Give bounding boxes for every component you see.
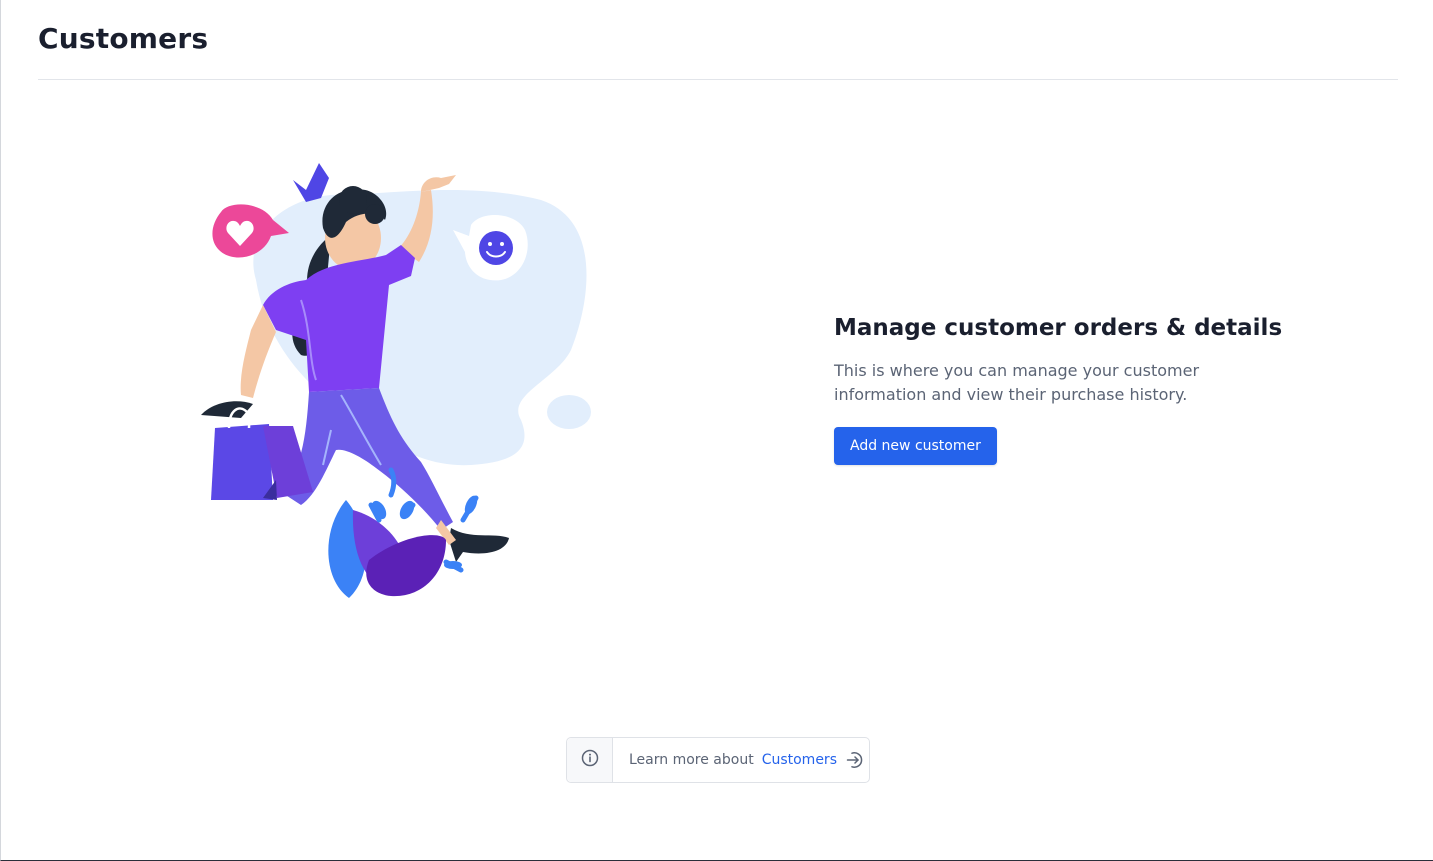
learn-more-customers-link[interactable]: Customers — [762, 752, 837, 768]
add-new-customer-button[interactable]: Add new customer — [834, 427, 997, 465]
info-circle-icon — [581, 749, 599, 771]
empty-state: Manage customer orders & details This is… — [834, 313, 1294, 465]
page-title: Customers — [38, 22, 209, 55]
shopping-woman-illustration — [201, 163, 591, 598]
customers-page: Customers Manage customer orders & detai… — [0, 0, 1433, 861]
arrow-right-circle-icon[interactable] — [845, 750, 865, 770]
empty-state-description: This is where you can manage your custom… — [834, 361, 1200, 404]
learn-more-prefix: Learn more about — [629, 752, 754, 768]
learn-more-banner: Learn more about Customers — [566, 737, 870, 783]
learn-more-icon-cell — [567, 738, 613, 782]
page-header: Customers — [38, 0, 1398, 80]
empty-state-heading: Manage customer orders & details — [834, 315, 1283, 341]
learn-more-text: Learn more about Customers — [613, 738, 865, 782]
